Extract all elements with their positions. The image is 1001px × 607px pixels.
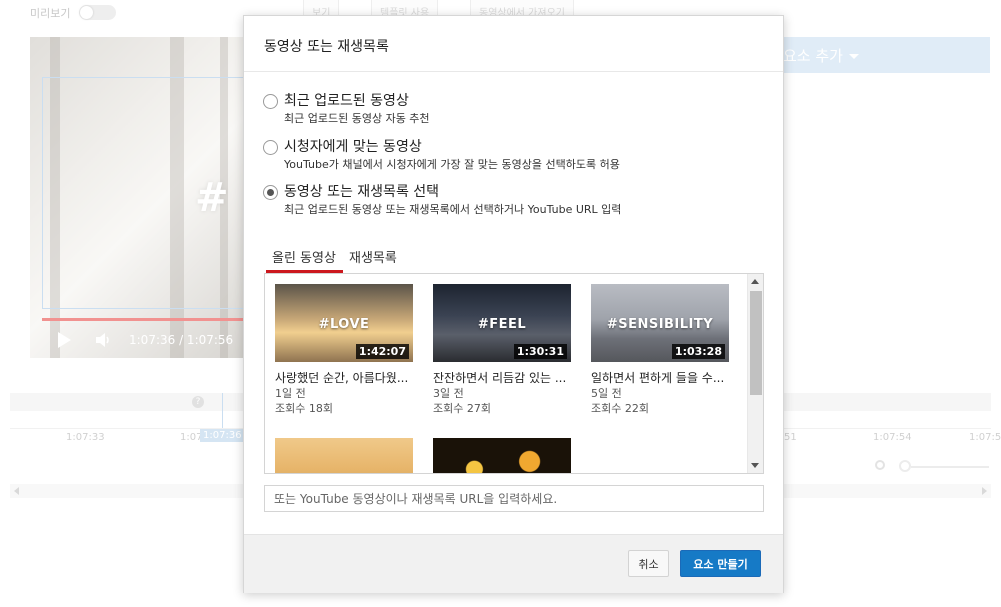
grid-scrollbar[interactable] — [747, 274, 763, 473]
radio-button-selected[interactable] — [263, 185, 278, 200]
source-tabs: 올린 동영상 재생목록 — [266, 246, 766, 273]
dialog-header: 동영상 또는 재생목록 — [244, 16, 783, 72]
option-select-video-or-playlist[interactable]: 동영상 또는 재생목록 선택 최근 업로드된 동영상 또는 재생목록에서 선택하… — [263, 182, 621, 218]
video-card[interactable]: #SENSIBILITY 1:03:28 일하면서 편하게 들을 수... 5일… — [591, 284, 729, 416]
scroll-down-icon[interactable] — [751, 463, 759, 468]
video-duration: 1:42:07 — [355, 344, 409, 359]
radio-button[interactable] — [263, 140, 278, 155]
video-card[interactable]: #LOVE 1:42:07 사랑했던 순간, 아름다웠... 1일 전 조회수 … — [275, 284, 413, 416]
create-element-button[interactable]: 요소 만들기 — [680, 550, 761, 577]
video-age: 1일 전 — [275, 387, 306, 400]
video-grid: #LOVE 1:42:07 사랑했던 순간, 아름다웠... 1일 전 조회수 … — [264, 273, 764, 474]
option-description: YouTube가 채널에서 시청자에게 가장 잘 맞는 동영상을 선택하도록 허… — [284, 158, 620, 171]
video-thumbnail[interactable] — [433, 438, 571, 473]
video-title[interactable]: 일하면서 편하게 들을 수... — [591, 369, 729, 386]
video-or-playlist-dialog: 동영상 또는 재생목록 최근 업로드된 동영상 최근 업로드된 동영상 자동 추… — [243, 15, 784, 593]
video-title[interactable]: 잔잔하면서 리듬감 있는 ... — [433, 369, 571, 386]
video-card[interactable]: #FEEL 1:30:31 잔잔하면서 리듬감 있는 ... 3일 전 조회수 … — [433, 284, 571, 416]
radio-button[interactable] — [263, 94, 278, 109]
thumbnail-caption: #SENSIBILITY — [606, 317, 714, 332]
youtube-url-input[interactable] — [264, 485, 764, 512]
tab-playlists[interactable]: 재생목록 — [349, 246, 397, 273]
option-title: 최근 업로드된 동영상 — [284, 93, 409, 109]
option-description: 최근 업로드된 동영상 또는 재생목록에서 선택하거나 YouTube URL … — [284, 203, 622, 216]
cancel-button[interactable]: 취소 — [628, 550, 669, 577]
video-views: 조회수 18회 — [275, 402, 333, 415]
scroll-up-icon[interactable] — [751, 279, 759, 284]
video-views: 조회수 22회 — [591, 402, 649, 415]
option-recent-uploads[interactable]: 최근 업로드된 동영상 최근 업로드된 동영상 자동 추천 — [263, 91, 430, 127]
tab-uploaded-videos[interactable]: 올린 동영상 — [266, 246, 343, 273]
option-best-for-viewer[interactable]: 시청자에게 맞는 동영상 YouTube가 채널에서 시청자에게 가장 잘 맞는… — [263, 137, 620, 173]
video-title[interactable]: 사랑했던 순간, 아름다웠... — [275, 369, 413, 386]
video-views: 조회수 27회 — [433, 402, 491, 415]
video-card[interactable] — [433, 438, 571, 473]
option-title: 시청자에게 맞는 동영상 — [284, 139, 422, 155]
video-thumbnail[interactable]: #FEEL 1:30:31 — [433, 284, 571, 362]
video-duration: 1:30:31 — [513, 344, 567, 359]
video-thumbnail[interactable]: #LOVE 1:42:07 — [275, 284, 413, 362]
video-card[interactable] — [275, 438, 413, 473]
thumbnail-caption: #LOVE — [318, 317, 370, 332]
option-title: 동영상 또는 재생목록 선택 — [284, 184, 440, 200]
dialog-footer: 취소 요소 만들기 — [244, 534, 783, 593]
dialog-title: 동영상 또는 재생목록 — [264, 39, 389, 55]
thumbnail-caption: #FEEL — [477, 317, 527, 332]
video-duration: 1:03:28 — [671, 344, 725, 359]
video-age: 5일 전 — [591, 387, 622, 400]
option-description: 최근 업로드된 동영상 자동 추천 — [284, 112, 430, 125]
video-age: 3일 전 — [433, 387, 464, 400]
video-thumbnail[interactable]: #SENSIBILITY 1:03:28 — [591, 284, 729, 362]
video-thumbnail[interactable] — [275, 438, 413, 473]
scrollbar-thumb[interactable] — [750, 291, 762, 395]
